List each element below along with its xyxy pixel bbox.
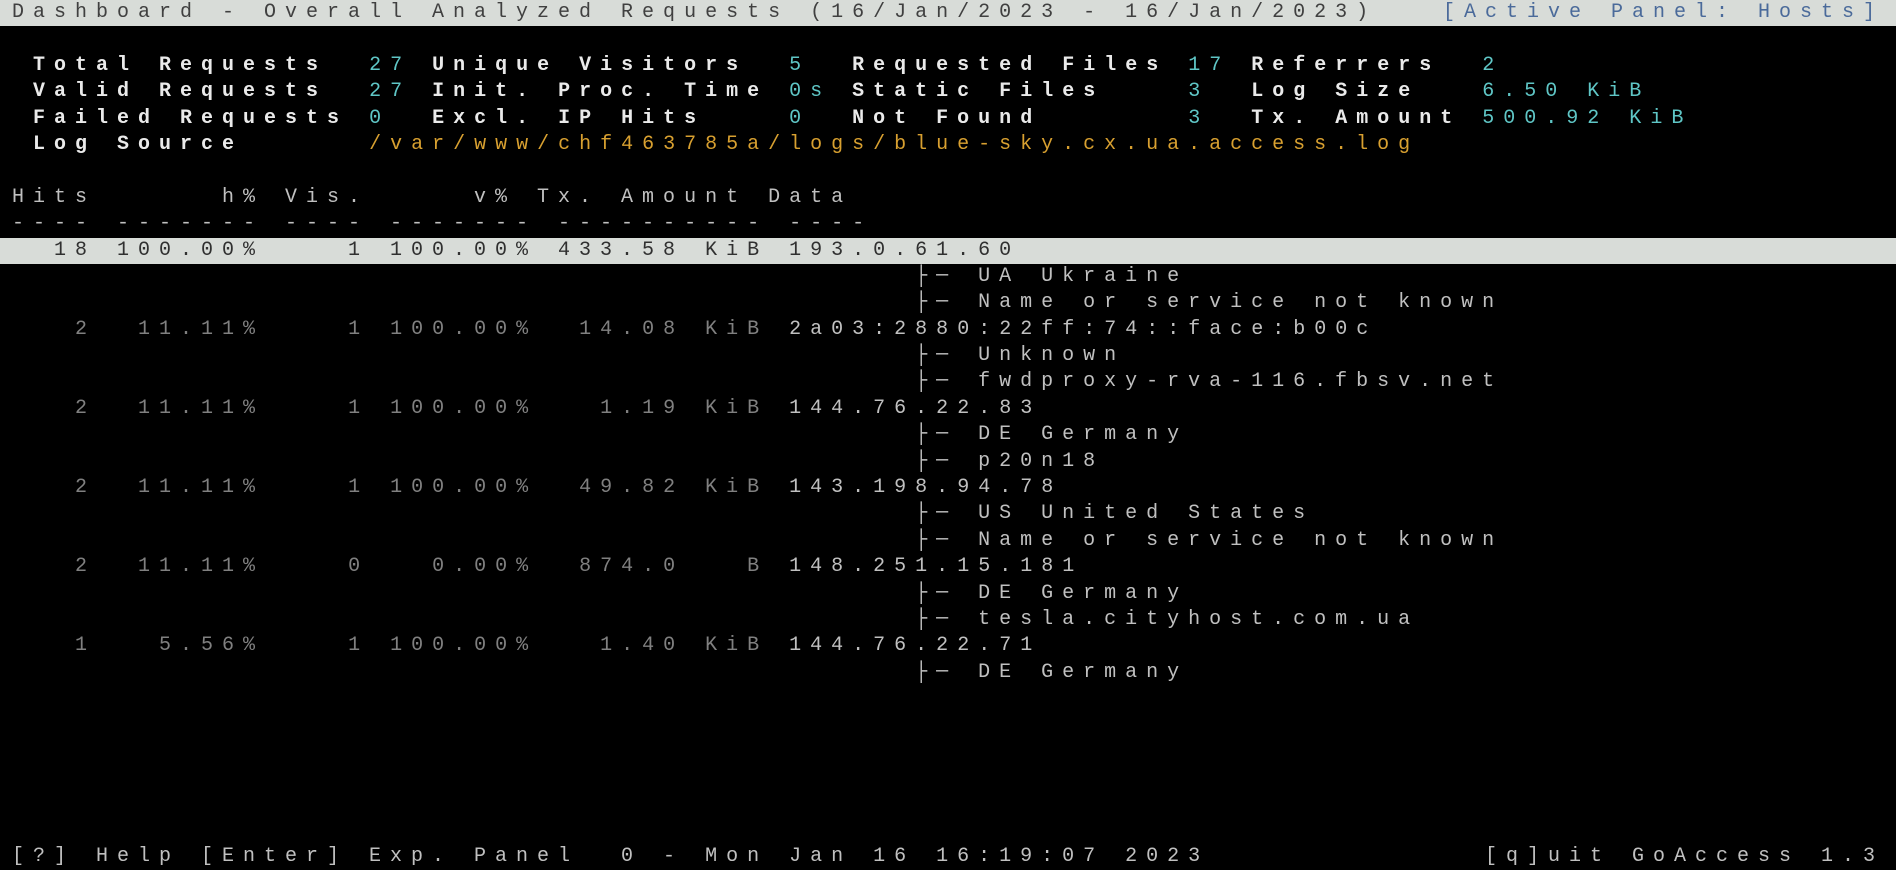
columns-header: Hits h% Vis. v% Tx. Amount Data (0, 185, 1896, 211)
host-row[interactable]: 1 5.56% 1 100.00% 1.40 KiB 144.76.22.71 (0, 633, 1896, 659)
footer-quit[interactable]: [q]uit GoAccess 1.3 (1485, 844, 1884, 870)
host-detail: ├─ p20n18 (0, 449, 1896, 475)
host-detail: ├─ tesla.cityhost.com.ua (0, 607, 1896, 633)
host-detail: ├─ fwdproxy-rva-116.fbsv.net (0, 369, 1896, 395)
host-detail: ├─ Name or service not known (0, 290, 1896, 316)
host-detail: ├─ Name or service not known (0, 528, 1896, 554)
host-detail: ├─ DE Germany (0, 581, 1896, 607)
summary-row: Total Requests 27 Unique Visitors 5 Requ… (0, 53, 1896, 79)
host-row[interactable]: 2 11.11% 0 0.00% 874.0 B 148.251.15.181 (0, 554, 1896, 580)
summary-row: Failed Requests 0 Excl. IP Hits 0 Not Fo… (0, 106, 1896, 132)
dashboard-header: Dashboard - Overall Analyzed Requests (1… (0, 0, 1896, 26)
host-row[interactable]: 2 11.11% 1 100.00% 14.08 KiB 2a03:2880:2… (0, 317, 1896, 343)
header-title: Dashboard - Overall Analyzed Requests (1… (12, 0, 1377, 26)
host-row[interactable]: 18 100.00% 1 100.00% 433.58 KiB 193.0.61… (0, 238, 1896, 264)
host-detail: ├─ Unknown (0, 343, 1896, 369)
summary-row: Valid Requests 27 Init. Proc. Time 0s St… (0, 79, 1896, 105)
footer-bar: [?] Help [Enter] Exp. Panel 0 - Mon Jan … (0, 844, 1896, 870)
host-detail: ├─ DE Germany (0, 422, 1896, 448)
hosts-panel[interactable]: 18 100.00% 1 100.00% 433.58 KiB 193.0.61… (0, 238, 1896, 687)
footer-help[interactable]: [?] Help [Enter] Exp. Panel 0 - Mon Jan … (12, 844, 1209, 870)
summary-stats: Total Requests 27 Unique Visitors 5 Requ… (0, 53, 1896, 159)
host-detail: ├─ US United States (0, 501, 1896, 527)
active-panel-indicator: [Active Panel: Hosts] (1443, 0, 1884, 26)
host-row[interactable]: 2 11.11% 1 100.00% 1.19 KiB 144.76.22.83 (0, 396, 1896, 422)
host-row[interactable]: 2 11.11% 1 100.00% 49.82 KiB 143.198.94.… (0, 475, 1896, 501)
host-detail: ├─ UA Ukraine (0, 264, 1896, 290)
columns-separator: ---- ------- ---- ------- ---------- ---… (0, 211, 1896, 237)
host-detail: ├─ DE Germany (0, 660, 1896, 686)
log-source: Log Source /var/www/chf463785a/logs/blue… (0, 132, 1896, 158)
